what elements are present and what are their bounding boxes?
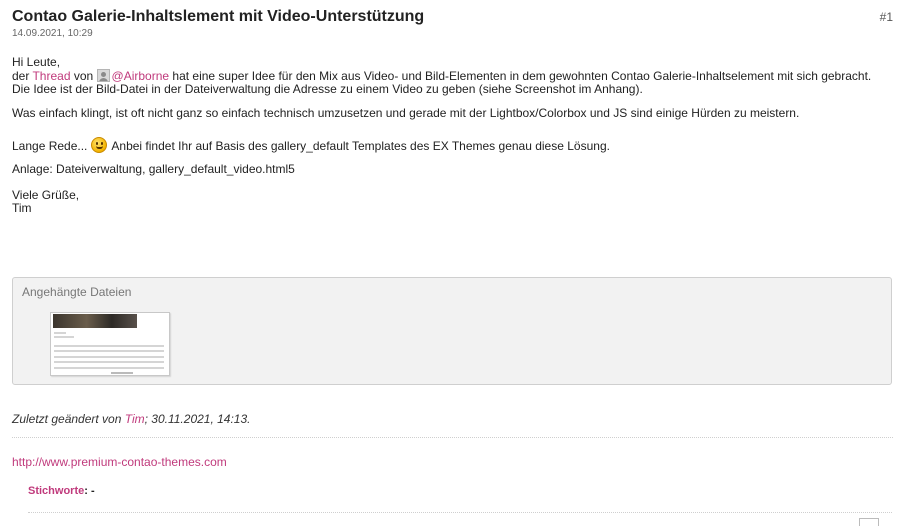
post-title: Contao Galerie-Inhaltslement mit Video-U… — [12, 8, 425, 25]
user-mention-link[interactable]: @Airborne — [96, 69, 170, 83]
body-line-1: der Thread von @Airborne hat eine super … — [12, 69, 887, 83]
signature-url-link[interactable]: http://www.premium-contao-themes.com — [12, 455, 227, 469]
edited-user-link[interactable]: Tim — [125, 412, 145, 426]
greeting: Hi Leute, — [12, 55, 61, 69]
divider — [12, 437, 893, 438]
tags-label: Stichworte — [28, 485, 85, 497]
text-lange-rede: Lange Rede... — [12, 139, 91, 153]
edited-suffix: ; 30.11.2021, 14:13. — [144, 412, 251, 426]
user-mention-label: @Airborne — [111, 69, 170, 83]
body-paragraph-3: Lange Rede... Anbei findet Ihr auf Basis… — [12, 137, 887, 153]
body-paragraph-4: Anlage: Dateiverwaltung, gallery_default… — [12, 162, 295, 176]
user-avatar-icon — [96, 69, 110, 82]
action-button[interactable] — [859, 518, 879, 526]
body-paragraph-2: Was einfach klingt, ist oft nicht ganz s… — [12, 106, 800, 120]
attachments-box: Angehängte Dateien — [12, 277, 892, 385]
tags-row: Stichworte: - — [28, 485, 95, 497]
attachment-thumbnail[interactable] — [50, 312, 170, 376]
post-body: Hi Leute, der Thread von @Airborne hat e… — [12, 56, 887, 215]
thread-link[interactable]: Thread — [32, 69, 70, 83]
signature-name: Tim — [12, 201, 32, 215]
post-date: 14.09.2021, 10:29 — [12, 28, 93, 39]
attachments-title: Angehängte Dateien — [22, 285, 132, 299]
body-line-2: Die Idee ist der Bild-Datei in der Datei… — [12, 82, 643, 96]
smiley-icon — [90, 137, 107, 153]
tags-value: - — [87, 485, 95, 497]
divider — [28, 512, 892, 513]
closing: Viele Grüße, — [12, 188, 80, 202]
edited-prefix: Zuletzt geändert von — [12, 412, 125, 426]
edited-note: Zuletzt geändert von Tim; 30.11.2021, 14… — [12, 412, 251, 426]
text-anbei: Anbei findet Ihr auf Basis des gallery_d… — [108, 139, 610, 153]
post-number-link[interactable]: #1 — [880, 10, 893, 24]
text-der: der — [12, 69, 33, 83]
text-rest: hat eine super Idee für den Mix aus Vide… — [169, 69, 872, 83]
text-von: von — [70, 69, 97, 83]
